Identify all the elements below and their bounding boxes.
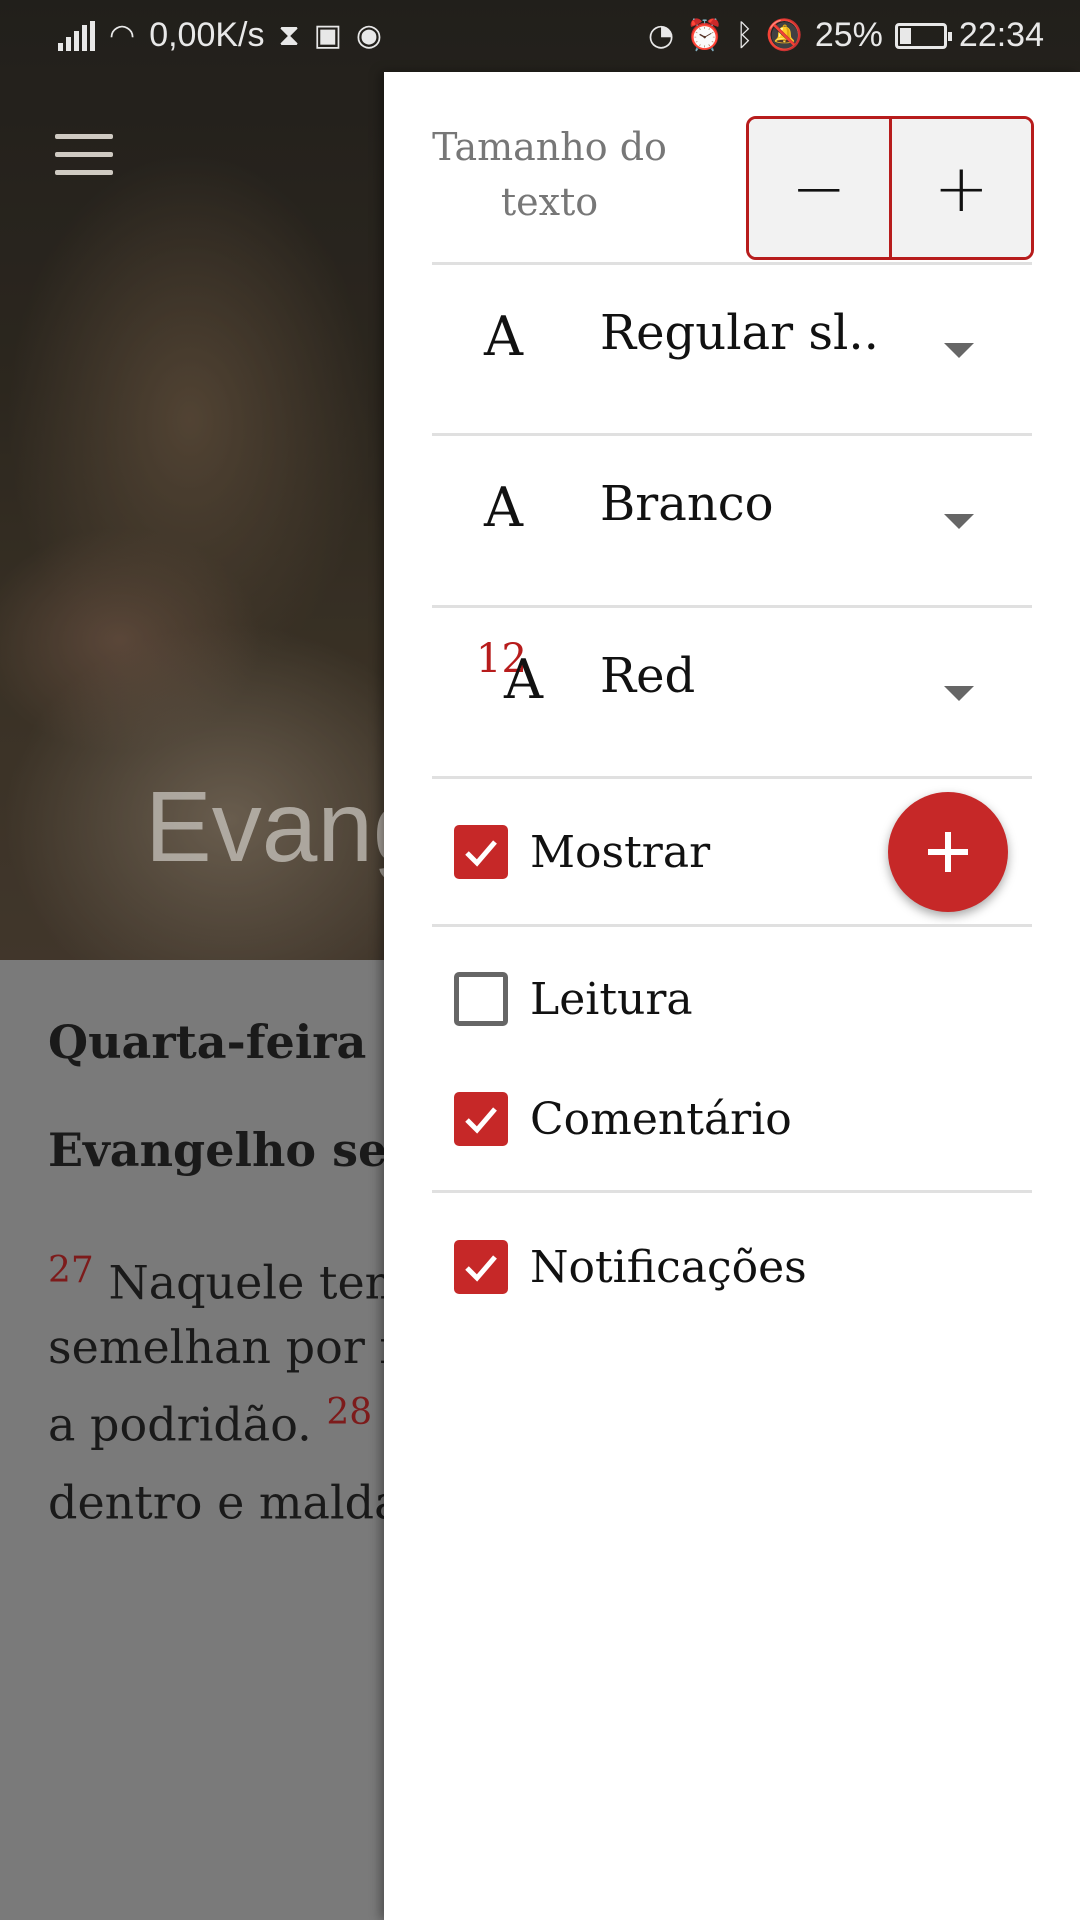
mostrar-label: Mostrar: [530, 826, 711, 878]
audio-icon: ◉: [355, 18, 383, 53]
font-style-icon: A: [484, 305, 523, 368]
verse-number: 27: [48, 1250, 94, 1291]
alarm-icon: ⏰: [686, 18, 724, 53]
notificacoes-checkbox-row[interactable]: Notificações: [454, 1232, 807, 1302]
status-bar: ◠ 0,00K/s ⧗ ▣ ◉ ◔ ⏰ ᛒ 🔕 25% 22:34: [0, 0, 1080, 72]
dropdown-arrow-icon: [944, 514, 974, 529]
mostrar-checkbox[interactable]: [454, 825, 508, 879]
notificacoes-checkbox[interactable]: [454, 1240, 508, 1294]
font-style-value: Regular sl..: [600, 305, 879, 361]
text-size-row: Tamanho do texto − +: [432, 90, 1034, 260]
comentario-label: Comentário: [530, 1093, 792, 1145]
font-style-dropdown[interactable]: A Regular sl..: [432, 265, 1032, 433]
wifi-icon: ◠: [109, 18, 136, 53]
text-color-icon: A: [484, 476, 523, 539]
data-saver-icon: ◔: [647, 18, 675, 53]
signal-icon: [58, 20, 95, 51]
comentario-checkbox-row[interactable]: Comentário: [454, 1084, 792, 1154]
hamburger-menu-icon[interactable]: [55, 134, 113, 175]
increase-text-size-button[interactable]: +: [888, 119, 1031, 257]
dropdown-arrow-icon: [944, 686, 974, 701]
notificacoes-label: Notificações: [530, 1241, 807, 1293]
net-speed: 0,00K/s: [149, 16, 265, 54]
divider: [432, 924, 1032, 927]
text-size-stepper: − +: [746, 116, 1034, 260]
text-color-dropdown[interactable]: A Branco: [432, 436, 1032, 604]
clock: 22:34: [958, 16, 1044, 54]
decrease-text-size-button[interactable]: −: [749, 119, 889, 257]
dropdown-arrow-icon: [944, 343, 974, 358]
divider: [432, 776, 1032, 779]
verse-number-color-value: Red: [600, 648, 696, 704]
leitura-label: Leitura: [530, 973, 693, 1025]
divider: [432, 1190, 1032, 1193]
verse-number-icon: 12 A: [476, 636, 543, 711]
text-color-value: Branco: [600, 476, 774, 532]
mostrar-checkbox-row[interactable]: Mostrar: [454, 817, 710, 887]
check-icon: [465, 1255, 497, 1282]
mute-icon: 🔕: [765, 18, 803, 53]
text-size-label: Tamanho do texto: [432, 125, 667, 224]
settings-drawer: Tamanho do texto − + A Regular sl.. A Br…: [384, 72, 1080, 1920]
add-fab-button[interactable]: [888, 792, 1008, 912]
check-icon: [465, 840, 497, 867]
battery-icon: [894, 22, 952, 49]
leitura-checkbox[interactable]: [454, 972, 508, 1026]
battery-percent: 25%: [814, 16, 883, 54]
bluetooth-icon: ᛒ: [735, 18, 754, 53]
verse-number: 28: [326, 1392, 373, 1434]
comentario-checkbox[interactable]: [454, 1092, 508, 1146]
hourglass-icon: ⧗: [278, 18, 300, 53]
check-icon: [465, 1107, 497, 1134]
radio-icon: ▣: [313, 18, 342, 53]
leitura-checkbox-row[interactable]: Leitura: [454, 964, 693, 1034]
verse-number-color-dropdown[interactable]: 12 A Red: [432, 608, 1032, 776]
plus-icon: [928, 832, 968, 872]
